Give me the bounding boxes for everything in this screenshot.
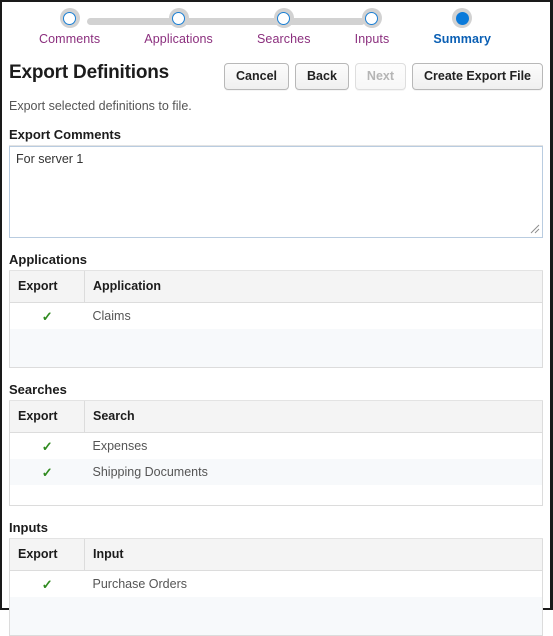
- table-filler-row: [9, 597, 543, 636]
- column-header-input: Input: [84, 539, 543, 571]
- check-icon: ✓: [41, 438, 53, 454]
- table-header-row: Export Search: [9, 401, 543, 433]
- export-comments-input[interactable]: [9, 146, 543, 238]
- step-node-icon: [273, 8, 294, 28]
- table-header-row: Export Input: [9, 539, 543, 571]
- step-node-icon: [361, 8, 382, 28]
- page-subtitle: Export selected definitions to file.: [9, 99, 192, 113]
- page-inner: Comments Applications Searches Inputs Su…: [2, 2, 550, 636]
- export-check-cell: ✓: [9, 302, 85, 329]
- create-export-file-button[interactable]: Create Export File: [412, 63, 543, 90]
- table-row[interactable]: ✓ Claims: [9, 302, 543, 329]
- page-title: Export Definitions: [9, 62, 170, 83]
- export-comments-heading: Export Comments: [9, 127, 543, 146]
- step-node-icon: [59, 8, 80, 28]
- wizard-stepper: Comments Applications Searches Inputs Su…: [9, 2, 543, 54]
- table-filler-row: [9, 329, 543, 368]
- export-comments-wrapper: [9, 146, 543, 238]
- filler-cell: [9, 329, 85, 368]
- wizard-step-summary[interactable]: Summary: [433, 8, 491, 46]
- input-name-cell: Purchase Orders: [84, 570, 543, 597]
- filler-cell: [84, 597, 543, 636]
- cancel-button[interactable]: Cancel: [224, 63, 290, 90]
- step-node-icon: [168, 8, 189, 28]
- column-header-search: Search: [84, 401, 543, 433]
- column-header-export: Export: [9, 401, 85, 433]
- filler-cell: [84, 329, 543, 368]
- column-header-export: Export: [9, 539, 85, 571]
- export-check-cell: ✓: [9, 570, 85, 597]
- check-icon: ✓: [41, 308, 53, 324]
- table-header-row: Export Application: [9, 271, 543, 303]
- export-definitions-page: Comments Applications Searches Inputs Su…: [0, 0, 553, 636]
- searches-section: Searches Export Search ✓ Expenses ✓ Ship…: [9, 382, 543, 506]
- searches-table: Export Search ✓ Expenses ✓ Shipping Docu…: [9, 401, 543, 506]
- action-button-group: Cancel Back Next Create Export File: [224, 61, 543, 90]
- table-row[interactable]: ✓ Shipping Documents: [9, 459, 543, 485]
- wizard-step-inputs[interactable]: Inputs: [355, 8, 390, 46]
- check-icon: ✓: [41, 576, 53, 592]
- next-button: Next: [354, 63, 407, 90]
- check-icon: ✓: [41, 464, 53, 480]
- filler-cell: [84, 485, 543, 506]
- application-name-cell: Claims: [84, 302, 543, 329]
- wizard-step-label: Searches: [256, 32, 311, 46]
- filler-cell: [9, 485, 85, 506]
- applications-table: Export Application ✓ Claims: [9, 271, 543, 368]
- page-header: Export Definitions Cancel Back Next Crea…: [9, 61, 543, 90]
- column-header-export: Export: [9, 271, 85, 303]
- applications-heading: Applications: [9, 252, 543, 271]
- inputs-section: Inputs Export Input ✓ Purchase Orders: [9, 520, 543, 636]
- inputs-table: Export Input ✓ Purchase Orders: [9, 539, 543, 636]
- wizard-step-label: Inputs: [354, 32, 390, 46]
- table-row[interactable]: ✓ Purchase Orders: [9, 570, 543, 597]
- wizard-steps: Comments Applications Searches Inputs Su…: [9, 8, 543, 46]
- export-comments-section: Export Comments: [9, 127, 543, 238]
- back-button[interactable]: Back: [295, 63, 349, 90]
- search-name-cell: Expenses: [84, 432, 543, 459]
- wizard-step-label: Summary: [433, 32, 492, 46]
- export-check-cell: ✓: [9, 432, 85, 459]
- searches-heading: Searches: [9, 382, 543, 401]
- inputs-heading: Inputs: [9, 520, 543, 539]
- applications-section: Applications Export Application ✓ Claims: [9, 252, 543, 368]
- table-filler-row: [9, 485, 543, 506]
- wizard-step-label: Applications: [144, 32, 213, 46]
- column-header-application: Application: [84, 271, 543, 303]
- wizard-step-comments[interactable]: Comments: [39, 8, 100, 46]
- wizard-step-label: Comments: [39, 32, 101, 46]
- wizard-step-applications[interactable]: Applications: [144, 8, 213, 46]
- table-row[interactable]: ✓ Expenses: [9, 432, 543, 459]
- wizard-step-searches[interactable]: Searches: [257, 8, 311, 46]
- step-node-icon: [452, 8, 473, 28]
- export-check-cell: ✓: [9, 459, 85, 485]
- search-name-cell: Shipping Documents: [84, 459, 543, 485]
- filler-cell: [9, 597, 85, 636]
